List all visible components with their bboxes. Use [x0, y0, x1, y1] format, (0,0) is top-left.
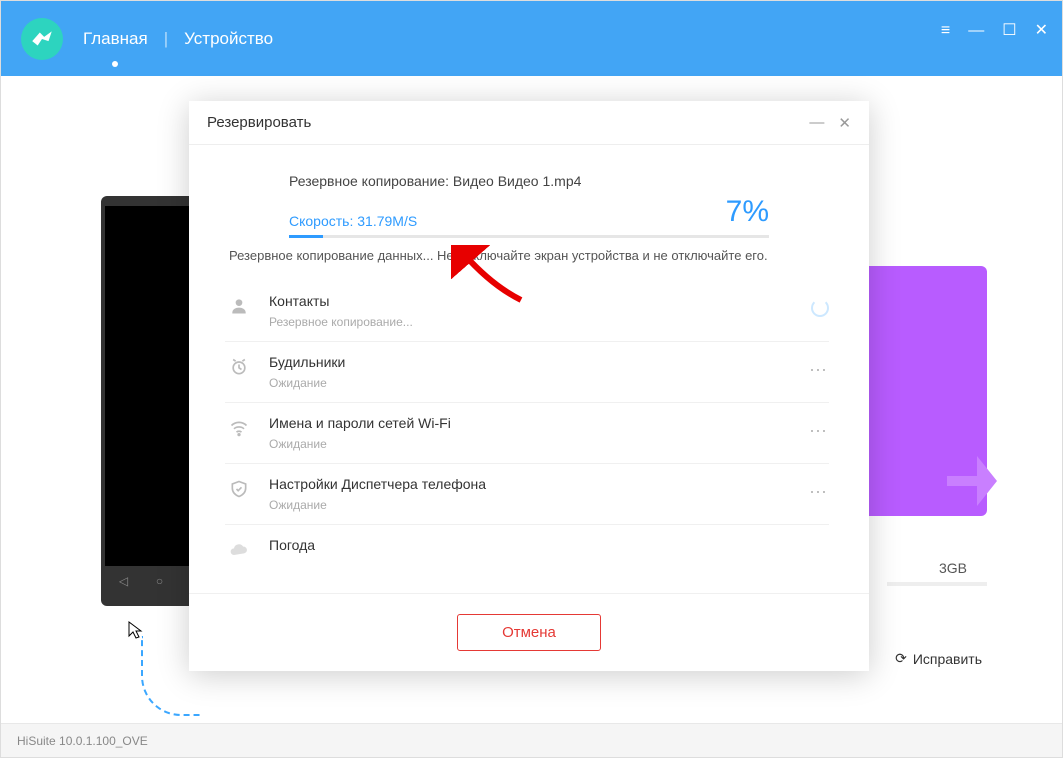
progress-bar [289, 235, 769, 238]
item-body: Настройки Диспетчера телефона Ожидание [269, 476, 793, 512]
fix-button[interactable]: ⟳ Исправить [895, 650, 982, 667]
item-title: Погода [269, 537, 829, 553]
cancel-button[interactable]: Отмена [457, 614, 601, 651]
nav-home[interactable]: Главная [83, 29, 148, 49]
fix-label: Исправить [913, 651, 982, 667]
item-title: Контакты [269, 293, 795, 309]
main-nav: Главная | Устройство [83, 29, 273, 49]
wrench-icon: ⟳ [895, 650, 907, 667]
phone-home-icon: ○ [156, 574, 163, 588]
item-title: Будильники [269, 354, 793, 370]
item-body: Контакты Резервное копирование... [269, 293, 795, 329]
alarm-icon [225, 357, 253, 377]
warning-text: Резервное копирование данных... Не выклю… [229, 248, 829, 263]
dialog-controls: — ✕ [809, 114, 851, 132]
backup-dialog: Резервировать — ✕ Резервное копирование:… [189, 101, 869, 671]
wifi-icon [225, 418, 253, 438]
list-item: Погода [225, 525, 829, 572]
progress-section: Резервное копирование: Видео Видео 1.mp4… [189, 145, 869, 277]
list-item: Будильники Ожидание ⋯ [225, 342, 829, 403]
window-controls: ≡ — ☐ ✕ [941, 23, 1048, 39]
progress-bar-fill [289, 235, 323, 238]
list-item: Имена и пароли сетей Wi-Fi Ожидание ⋯ [225, 403, 829, 464]
close-icon[interactable]: ✕ [1035, 23, 1048, 39]
item-body: Будильники Ожидание [269, 354, 793, 390]
dialog-title: Резервировать [207, 114, 311, 131]
app-header: Главная | Устройство ≡ — ☐ ✕ [1, 1, 1062, 76]
menu-icon[interactable]: ≡ [941, 23, 950, 39]
operation-label: Резервное копирование: [289, 173, 449, 189]
list-item: Настройки Диспетчера телефона Ожидание ⋯ [225, 464, 829, 525]
version-label: HiSuite 10.0.1.100_OVE [17, 734, 148, 748]
status-bar: HiSuite 10.0.1.100_OVE [1, 723, 1062, 757]
maximize-icon[interactable]: ☐ [1002, 23, 1016, 39]
dialog-titlebar: Резервировать — ✕ [189, 101, 869, 145]
operation-line: Резервное копирование: Видео Видео 1.mp4 [289, 173, 769, 189]
backup-item-list: Контакты Резервное копирование... Будильни… [189, 277, 869, 593]
list-item: Контакты Резервное копирование... [225, 281, 829, 342]
more-icon[interactable]: ⋯ [809, 476, 829, 503]
app-logo [21, 18, 63, 60]
item-status: Резервное копирование... [269, 315, 795, 329]
dialog-close-icon[interactable]: ✕ [838, 114, 851, 132]
speed-line: Скорость: 31.79M/S 7% [289, 195, 769, 229]
bird-icon [29, 26, 55, 52]
phone-back-icon: ◁ [119, 574, 128, 588]
speed-value: 31.79M/S [357, 213, 417, 229]
progress-percent: 7% [726, 195, 769, 229]
item-status: Ожидание [269, 498, 793, 512]
item-title: Имена и пароли сетей Wi-Fi [269, 415, 793, 431]
more-icon[interactable]: ⋯ [809, 354, 829, 381]
storage-size: 3GB [939, 560, 967, 576]
dialog-footer: Отмена [189, 593, 869, 671]
nav-device[interactable]: Устройство [184, 29, 273, 49]
cloud-icon [225, 540, 253, 560]
shield-icon [225, 479, 253, 499]
person-icon [225, 296, 253, 316]
nav-separator: | [164, 29, 168, 49]
item-status: Ожидание [269, 376, 793, 390]
operation-target: Видео Видео 1.mp4 [453, 173, 582, 189]
dialog-minimize-icon[interactable]: — [809, 114, 824, 132]
item-body: Погода [269, 537, 829, 559]
item-body: Имена и пароли сетей Wi-Fi Ожидание [269, 415, 793, 451]
speed-label: Скорость: [289, 213, 353, 229]
minimize-icon[interactable]: — [968, 23, 984, 39]
item-status: Ожидание [269, 437, 793, 451]
more-icon[interactable]: ⋯ [809, 415, 829, 442]
spinner-icon [811, 299, 829, 317]
item-title: Настройки Диспетчера телефона [269, 476, 793, 492]
storage-bar [887, 582, 987, 586]
